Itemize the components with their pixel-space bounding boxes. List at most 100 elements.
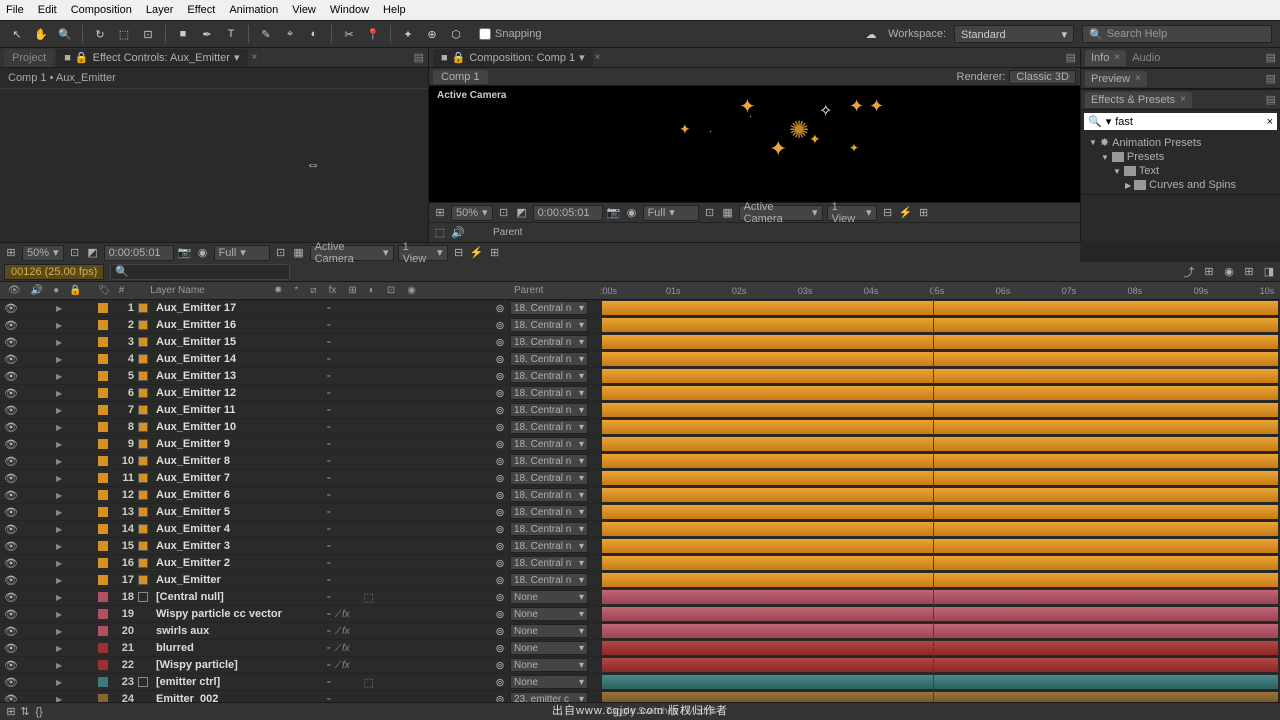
puppet-tool-icon[interactable]: 📍 (364, 25, 382, 43)
pen-tool-icon[interactable]: ✒ (198, 25, 216, 43)
layer-name[interactable]: Aux_Emitter 5 (152, 506, 322, 518)
twirl-icon[interactable]: ▶ (56, 423, 64, 432)
parent-dropdown[interactable]: 18. Central n▾ (510, 369, 588, 383)
transparency-icon[interactable]: ▦ (292, 246, 306, 260)
layer-bar[interactable] (602, 454, 1278, 468)
visibility-toggle[interactable]: 👁 (4, 506, 16, 518)
twirl-icon[interactable]: ▶ (56, 661, 64, 670)
color-label[interactable] (98, 422, 108, 432)
playhead[interactable] (933, 521, 934, 537)
layer-name[interactable]: Aux_Emitter 2 (152, 557, 322, 569)
menu-layer[interactable]: Layer (146, 4, 174, 16)
layer-row[interactable]: 👁▶5Aux_Emitter 13⁃⊚18. Central n▾ (0, 368, 1280, 385)
menu-composition[interactable]: Composition (71, 4, 132, 16)
fast-preview-icon[interactable]: ⚡ (470, 246, 484, 260)
pickwhip-icon[interactable]: ⊚ (494, 336, 506, 348)
clone-tool-icon[interactable]: ⌖ (281, 25, 299, 43)
resolution-dropdown[interactable]: Full▾ (214, 245, 270, 261)
layer-row[interactable]: 👁▶17Aux_Emitter⁃⊚18. Central n▾ (0, 572, 1280, 589)
pickwhip-icon[interactable]: ⊚ (494, 676, 506, 688)
playhead[interactable] (933, 691, 934, 702)
switch-icon[interactable]: ◐ (365, 285, 379, 296)
visibility-toggle[interactable]: 👁 (4, 319, 16, 331)
color-label[interactable] (98, 405, 108, 415)
rotation-tool-icon[interactable]: ↻ (91, 25, 109, 43)
color-label[interactable] (98, 354, 108, 364)
layer-bar[interactable] (602, 658, 1278, 672)
playhead[interactable] (933, 572, 934, 588)
layer-bar[interactable] (602, 335, 1278, 349)
playhead[interactable] (933, 640, 934, 656)
chevron-down-icon[interactable]: ▾ (579, 51, 585, 64)
parent-dropdown[interactable]: 18. Central n▾ (510, 386, 588, 400)
parent-dropdown[interactable]: 18. Central n▾ (510, 420, 588, 434)
visibility-toggle[interactable]: 👁 (4, 523, 16, 535)
visibility-toggle[interactable]: 👁 (4, 540, 16, 552)
lock-column-icon[interactable]: 🔒 (65, 285, 85, 296)
layer-bar[interactable] (602, 573, 1278, 587)
parent-dropdown[interactable]: 18. Central n▾ (510, 454, 588, 468)
layer-row[interactable]: 👁▶9Aux_Emitter 9⁃⊚18. Central n▾ (0, 436, 1280, 453)
color-label[interactable] (98, 524, 108, 534)
layer-bar[interactable] (602, 369, 1278, 383)
playhead[interactable] (933, 453, 934, 469)
twirl-icon[interactable]: ▶ (56, 559, 64, 568)
parent-dropdown[interactable]: 18. Central n▾ (510, 488, 588, 502)
playhead[interactable] (933, 300, 934, 316)
brackets-icon[interactable]: {} (32, 705, 46, 719)
twirl-icon[interactable]: ▶ (56, 593, 64, 602)
visibility-toggle[interactable]: 👁 (4, 455, 16, 467)
parent-dropdown[interactable]: 23. emitter c▾ (510, 692, 588, 702)
layer-bar[interactable] (602, 522, 1278, 536)
pickwhip-icon[interactable]: ⊚ (494, 489, 506, 501)
parent-dropdown[interactable]: 18. Central n▾ (510, 335, 588, 349)
layer-row[interactable]: 👁▶18[Central null]⁃⬚⊚None▾ (0, 589, 1280, 606)
layer-name[interactable]: Aux_Emitter 15 (152, 336, 322, 348)
draft-3d-icon[interactable]: ◨ (1262, 265, 1276, 279)
pickwhip-icon[interactable]: ⊚ (494, 353, 506, 365)
pickwhip-icon[interactable]: ⊚ (494, 574, 506, 586)
switch-icon[interactable]: ⁃ (326, 387, 332, 400)
renderer-dropdown[interactable]: Classic 3D (1009, 70, 1076, 84)
views-dropdown[interactable]: 1 View▾ (398, 245, 448, 261)
playhead[interactable] (933, 657, 934, 673)
color-label[interactable] (98, 507, 108, 517)
visibility-toggle[interactable]: 👁 (4, 574, 16, 586)
channel-icon[interactable]: ◉ (625, 206, 639, 220)
menu-view[interactable]: View (292, 4, 316, 16)
color-label[interactable] (98, 592, 108, 602)
switch-icon[interactable]: ⁃ (326, 591, 332, 604)
parent-dropdown[interactable]: None▾ (510, 675, 588, 689)
switch-icon[interactable]: ⁃ (326, 353, 332, 366)
layer-name[interactable]: Aux_Emitter 6 (152, 489, 322, 501)
playhead[interactable] (933, 504, 934, 520)
close-tab-icon[interactable]: × (595, 52, 601, 63)
color-label[interactable] (98, 456, 108, 466)
switch-icon[interactable]: ⁃ (326, 319, 332, 332)
pickwhip-icon[interactable]: ⊚ (494, 625, 506, 637)
layer-row[interactable]: 👁▶13Aux_Emitter 5⁃⊚18. Central n▾ (0, 504, 1280, 521)
pickwhip-icon[interactable]: ⊚ (494, 693, 506, 702)
workspace-dropdown[interactable]: Standard▾ (954, 25, 1074, 43)
visibility-toggle[interactable]: 👁 (4, 472, 16, 484)
color-label[interactable] (98, 337, 108, 347)
color-label[interactable] (98, 643, 108, 653)
layer-bar[interactable] (602, 505, 1278, 519)
playhead[interactable] (933, 436, 934, 452)
visibility-toggle[interactable]: 👁 (4, 421, 16, 433)
layer-name[interactable]: Aux_Emitter 17 (152, 302, 322, 314)
parent-dropdown[interactable]: 18. Central n▾ (510, 318, 588, 332)
eraser-tool-icon[interactable]: ◐ (305, 25, 323, 43)
text-tool-icon[interactable]: T (222, 25, 240, 43)
layer-name[interactable]: Aux_Emitter 8 (152, 455, 322, 467)
layer-row[interactable]: 👁▶7Aux_Emitter 11⁃⊚18. Central n▾ (0, 402, 1280, 419)
visibility-toggle[interactable]: 👁 (4, 625, 16, 637)
switch-icon[interactable]: ⁃ (326, 489, 332, 502)
switch-icon[interactable]: ⁃ (326, 676, 332, 689)
motion-blur-icon[interactable]: ◉ (1222, 265, 1236, 279)
layer-bar[interactable] (602, 437, 1278, 451)
layer-bar[interactable] (602, 301, 1278, 315)
timeline-icon[interactable]: ⊞ (917, 206, 931, 220)
pickwhip-icon[interactable]: ⊚ (494, 387, 506, 399)
menu-file[interactable]: File (6, 4, 24, 16)
